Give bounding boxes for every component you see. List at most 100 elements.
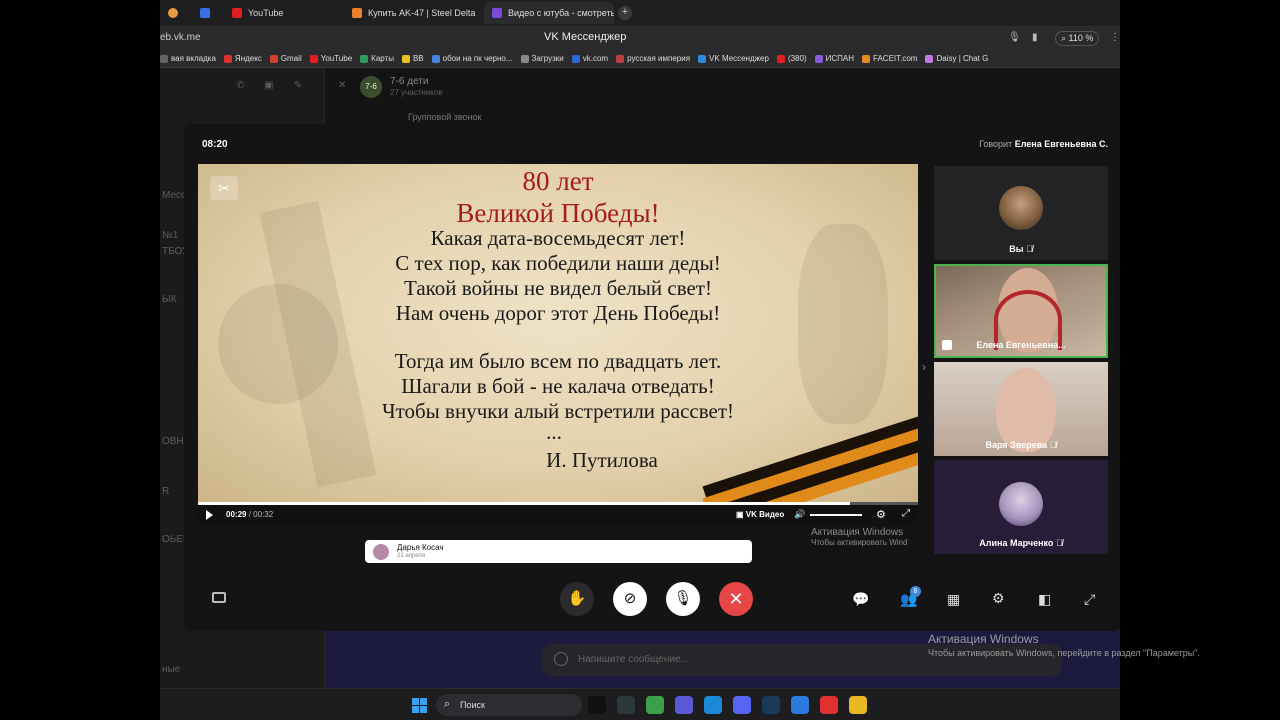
windows-start-icon[interactable] [412, 698, 427, 713]
discord-icon[interactable] [733, 696, 751, 714]
tab-favicon-icon [168, 8, 178, 18]
bookmark-label: ИСПАН [825, 54, 855, 63]
microphone-icon[interactable]: 🎙 [1008, 32, 1021, 43]
chrome-icon[interactable] [646, 696, 664, 714]
taskbar-search[interactable]: ⌕ Поиск [436, 694, 582, 716]
play-icon[interactable] [206, 510, 213, 520]
bookmark-label: Gmail [280, 54, 302, 63]
bookmark-item[interactable]: BB [401, 54, 424, 63]
volume-slider[interactable] [810, 514, 862, 516]
bookmark-label: vk.com [582, 54, 609, 63]
new-tab-button[interactable]: + [618, 6, 632, 20]
settings-icon[interactable]: ⚙ [992, 590, 1005, 607]
bookmark-label: вая вкладка [171, 54, 216, 63]
fullscreen-icon[interactable]: ⤢ [902, 508, 910, 519]
bookmark-item[interactable]: FACEIT.com [862, 54, 917, 63]
settings-icon[interactable]: ⚙ [876, 508, 886, 521]
participant-name: Вы 🎙̸ [934, 244, 1108, 254]
url-field[interactable]: eb.vk.me [160, 32, 201, 43]
speaking-name: Елена Евгеньевна С. [1014, 139, 1108, 149]
bookmark-item[interactable]: Gmail [269, 54, 302, 63]
chat-icon[interactable]: 💬 [852, 591, 869, 608]
bookmark-item[interactable]: вая вкладка [160, 54, 216, 63]
bookmark-favicon-icon [862, 54, 871, 63]
chat-title: 7-6 дети [390, 76, 429, 87]
explorer-icon[interactable] [849, 696, 867, 714]
more-icon[interactable]: ⋮ [1110, 32, 1120, 43]
participant-tile[interactable]: Вы 🎙̸ [934, 166, 1108, 260]
bookmark-item[interactable]: ИСПАН [814, 54, 855, 63]
poem-line: Тогда им было всем по двадцать лет. [394, 349, 722, 373]
mic-off-icon: 🎙̸ [1025, 244, 1033, 254]
zoom-indicator[interactable]: ⌕ 110 % [1055, 31, 1100, 46]
bookmark-item[interactable]: Карты [360, 54, 394, 63]
picture-in-picture-icon[interactable]: ◧ [1038, 591, 1051, 608]
bookmark-label: обои на пк черно... [442, 54, 513, 63]
call-window: 08:20 Говорит Елена Евгеньевна С. ✂ 80 л… [184, 124, 1120, 631]
close-icon[interactable]: ✕ [338, 80, 346, 91]
browser-tab-youtube[interactable]: YouTube [224, 2, 344, 24]
shared-video[interactable]: ✂ 80 лет Великой Победы! Какая дата-восе… [198, 164, 918, 526]
terminal-icon[interactable] [617, 696, 635, 714]
bookmark-item[interactable]: (380) [776, 54, 807, 63]
bookmark-item[interactable]: vk.com [571, 54, 609, 63]
browser-tab[interactable] [160, 2, 192, 24]
participant-tile[interactable]: Варя Зверева 🎙̸ [934, 362, 1108, 456]
bookmark-item[interactable]: обои на пк черно... [431, 54, 513, 63]
poem-line: С тех пор, как победили наши деды! [395, 251, 721, 275]
archive-icon[interactable]: ▣ [264, 80, 273, 91]
bookmark-label: Яндекс [234, 54, 262, 63]
yandex-icon[interactable] [820, 696, 838, 714]
vk-video-logo[interactable]: ▣ VK Видео [736, 510, 784, 519]
bookmark-item[interactable]: русская империя [616, 54, 690, 63]
bookmark-favicon-icon [520, 54, 529, 63]
tiktok-icon[interactable] [588, 696, 606, 714]
compose-icon[interactable]: ✎ [294, 80, 302, 91]
volume-icon[interactable]: 🔊 [794, 509, 805, 520]
end-call-button[interactable]: ✕ [719, 582, 753, 616]
sidebar-text: №1 [162, 230, 179, 241]
edge-icon[interactable] [704, 696, 722, 714]
group-call-label: Групповой звонок [408, 112, 482, 122]
screen-share-icon[interactable] [212, 592, 226, 603]
bookmark-label: русская империя [627, 54, 691, 63]
video-controls: 00:29 / 00:32 ▣ VK Видео 🔊 ⚙ ⤢ [198, 505, 918, 526]
youtube-icon [232, 8, 242, 18]
vk-icon[interactable] [791, 696, 809, 714]
bookmark-item[interactable]: VK Мессенджер [698, 54, 769, 63]
browser-tab[interactable] [192, 2, 224, 24]
raise-hand-button[interactable]: ✋ [560, 582, 594, 616]
notification-toast[interactable]: Дарья Косач 21 апреля [365, 540, 752, 563]
message-placeholder: Напишите сообщение... [578, 654, 689, 665]
participant-tile-active[interactable]: Елена Евгеньевна... [934, 264, 1108, 358]
participants-count-badge: 8 [910, 586, 921, 597]
bookmark-item[interactable]: Daisy | Chat G [925, 54, 988, 63]
add-icon[interactable] [554, 652, 568, 666]
phone-icon[interactable]: ✆ [236, 80, 244, 91]
tab-favicon-icon [200, 8, 210, 18]
poem-line: Какая дата-восемьдесят лет! [430, 226, 686, 250]
poem-line: ... [546, 420, 562, 444]
video-current-time: 00:29 [226, 510, 247, 519]
bookmark-icon[interactable]: ▮ [1032, 32, 1038, 43]
bookmark-item[interactable]: YouTube [309, 54, 352, 63]
bookmark-item[interactable]: Загрузки [520, 54, 564, 63]
grid-icon[interactable]: ▦ [947, 591, 960, 608]
tab-favicon-icon [492, 8, 502, 18]
browser-tab-steel-delta[interactable]: Купить AK-47 | Steel Delta [344, 2, 484, 24]
camera-off-button[interactable]: ⊘ [613, 582, 647, 616]
bookmark-favicon-icon [814, 54, 823, 63]
mic-off-button[interactable]: 🎙 [666, 582, 700, 616]
bookmark-favicon-icon [431, 54, 440, 63]
screen: YouTube Купить AK-47 | Steel Delta Видео… [160, 0, 1120, 720]
teams-icon[interactable] [675, 696, 693, 714]
collapse-panel-icon[interactable]: › [922, 360, 926, 374]
expand-icon[interactable]: ⤢ [1084, 591, 1095, 608]
bookmark-item[interactable]: Яндекс [223, 54, 262, 63]
steam-icon[interactable] [762, 696, 780, 714]
bookmarks-bar: вая вкладка Яндекс Gmail YouTube Карты BB обои… [160, 50, 1120, 68]
participant-tile[interactable]: Алина Марченко 🎙̸ [934, 460, 1108, 554]
browser-tab-video[interactable]: Видео с ютуба - смотреть [484, 2, 614, 24]
avatar [999, 482, 1043, 526]
mic-off-icon: 🎙̸ [1049, 440, 1057, 450]
